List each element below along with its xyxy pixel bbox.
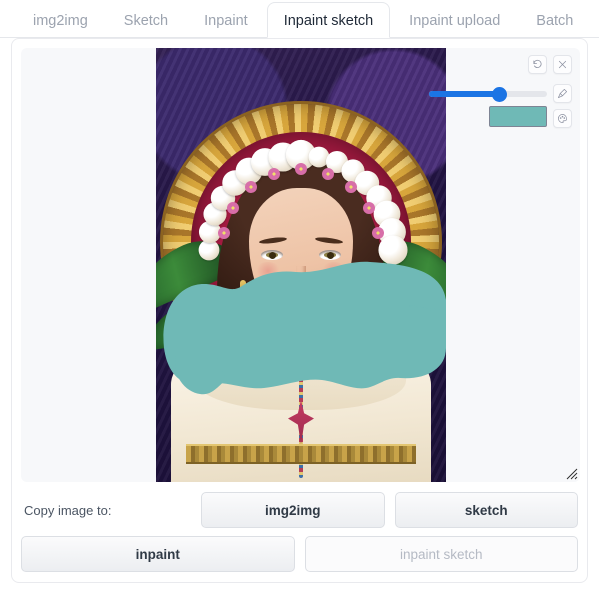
tab-img2img[interactable]: img2img [16,2,105,38]
inpaint-sketch-panel: Copy image to: img2img sketch inpaint in… [11,38,588,583]
tab-bar: img2img Sketch Inpaint Inpaint sketch In… [0,0,599,38]
canvas-resize-handle[interactable] [566,468,578,480]
slider-fill [429,91,500,97]
flower-blossom [362,202,375,214]
artwork-sash [186,444,416,464]
brush-color-swatch[interactable] [489,106,547,127]
flower-blossom [227,202,240,214]
tab-inpaint[interactable]: Inpaint [187,2,265,38]
copy-image-row: Copy image to: img2img sketch [21,492,578,528]
copy-to-inpaint-button[interactable]: inpaint [21,536,295,572]
flower-blossom [218,227,231,240]
slider-thumb[interactable] [492,86,508,102]
brush-size-slider[interactable] [429,86,547,102]
flower-blossom [345,181,358,194]
tab-sketch[interactable]: Sketch [107,2,185,38]
flower-blossom [268,167,281,180]
tab-inpaint-sketch[interactable]: Inpaint sketch [266,2,391,38]
canvas-toolbar-right [553,84,572,128]
copy-to-sketch-button[interactable]: sketch [394,492,578,528]
flower-pom [378,235,408,265]
color-palette-icon-button[interactable] [553,109,572,128]
portrait-artwork [156,48,446,482]
flower-blossom [244,181,257,194]
copy-to-inpaint-sketch-button: inpaint sketch [304,536,578,572]
slider-track[interactable] [429,86,547,102]
tab-batch[interactable]: Batch [519,2,590,38]
copy-image-row-secondary: inpaint inpaint sketch [21,536,578,572]
brush-icon-button[interactable] [553,84,572,103]
canvas-toolbar-top [528,55,572,74]
copy-image-label: Copy image to: [24,502,112,518]
copy-to-img2img-button[interactable]: img2img [201,492,385,528]
brush-color-swatch-wrap [489,106,547,127]
tab-inpaint-upload[interactable]: Inpaint upload [392,2,517,38]
source-image [156,48,446,482]
flower-blossom [295,163,307,175]
undo-button[interactable] [528,55,547,74]
flower-blossom [321,167,334,180]
clear-button[interactable] [553,55,572,74]
image-canvas[interactable] [21,48,580,482]
